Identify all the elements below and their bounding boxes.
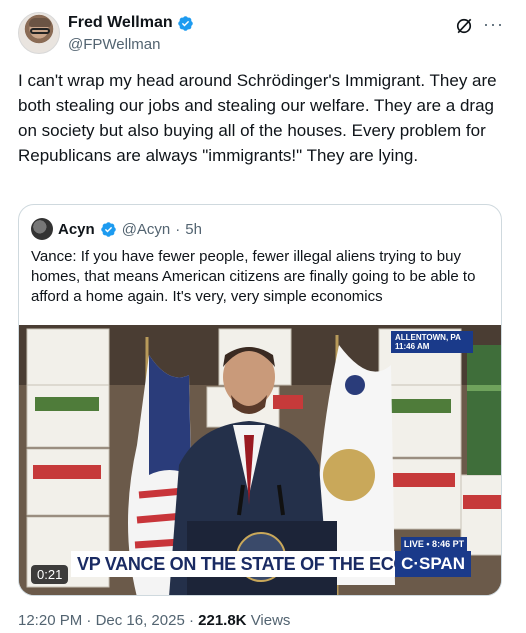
tweet-text: I can't wrap my head around Schrödinger'… bbox=[18, 71, 497, 165]
location-label: ALLENTOWN, PA bbox=[395, 333, 461, 342]
quoted-tweet[interactable]: Acyn @Acyn · 5h Vance: If you have fewer… bbox=[18, 204, 502, 596]
tweet-header: Fred Wellman @FPWellman ··· bbox=[18, 12, 510, 58]
more-icon[interactable]: ··· bbox=[483, 14, 504, 35]
author-avatar[interactable] bbox=[18, 12, 60, 54]
author-handle[interactable]: @FPWellman bbox=[68, 36, 160, 53]
verified-badge-icon bbox=[100, 221, 116, 237]
verified-badge-icon bbox=[177, 15, 193, 31]
quoted-tweet-time[interactable]: 5h bbox=[185, 221, 202, 238]
network-logo: C·SPAN bbox=[395, 551, 471, 577]
video-chyron: VP VANCE ON THE STATE OF THE ECONOMY C·S… bbox=[71, 551, 471, 577]
quoted-author-handle[interactable]: @Acyn bbox=[122, 221, 171, 238]
separator-dot: · bbox=[188, 612, 194, 629]
location-time: 11:46 AM bbox=[395, 342, 430, 351]
tweet-date[interactable]: Dec 16, 2025 bbox=[96, 612, 185, 629]
video-player[interactable]: ALLENTOWN, PA 11:46 AM LIVE • 8:46 PT VP… bbox=[19, 325, 501, 595]
separator-dot: · bbox=[175, 220, 181, 238]
author-display-name[interactable]: Fred Wellman bbox=[68, 14, 173, 32]
location-overlay: ALLENTOWN, PA 11:46 AM bbox=[391, 331, 473, 353]
live-badge: LIVE • 8:46 PT bbox=[401, 537, 467, 551]
separator-dot: · bbox=[86, 612, 92, 629]
quoted-tweet-text: Vance: If you have fewer people, fewer i… bbox=[31, 248, 476, 305]
views-label: Views bbox=[250, 612, 291, 629]
views-count: 221.8K bbox=[198, 612, 247, 629]
author-name-row: Fred Wellman bbox=[68, 14, 194, 32]
grok-icon[interactable] bbox=[454, 16, 474, 36]
tweet-time[interactable]: 12:20 PM bbox=[18, 612, 82, 629]
video-duration: 0:21 bbox=[31, 565, 69, 584]
tweet-meta: 12:20 PM · Dec 16, 2025 · 221.8K Views bbox=[18, 612, 290, 629]
quoted-tweet-header: Acyn @Acyn · 5h bbox=[31, 217, 202, 241]
quoted-author-display-name[interactable]: Acyn bbox=[58, 221, 95, 238]
quoted-author-avatar[interactable] bbox=[31, 218, 53, 240]
